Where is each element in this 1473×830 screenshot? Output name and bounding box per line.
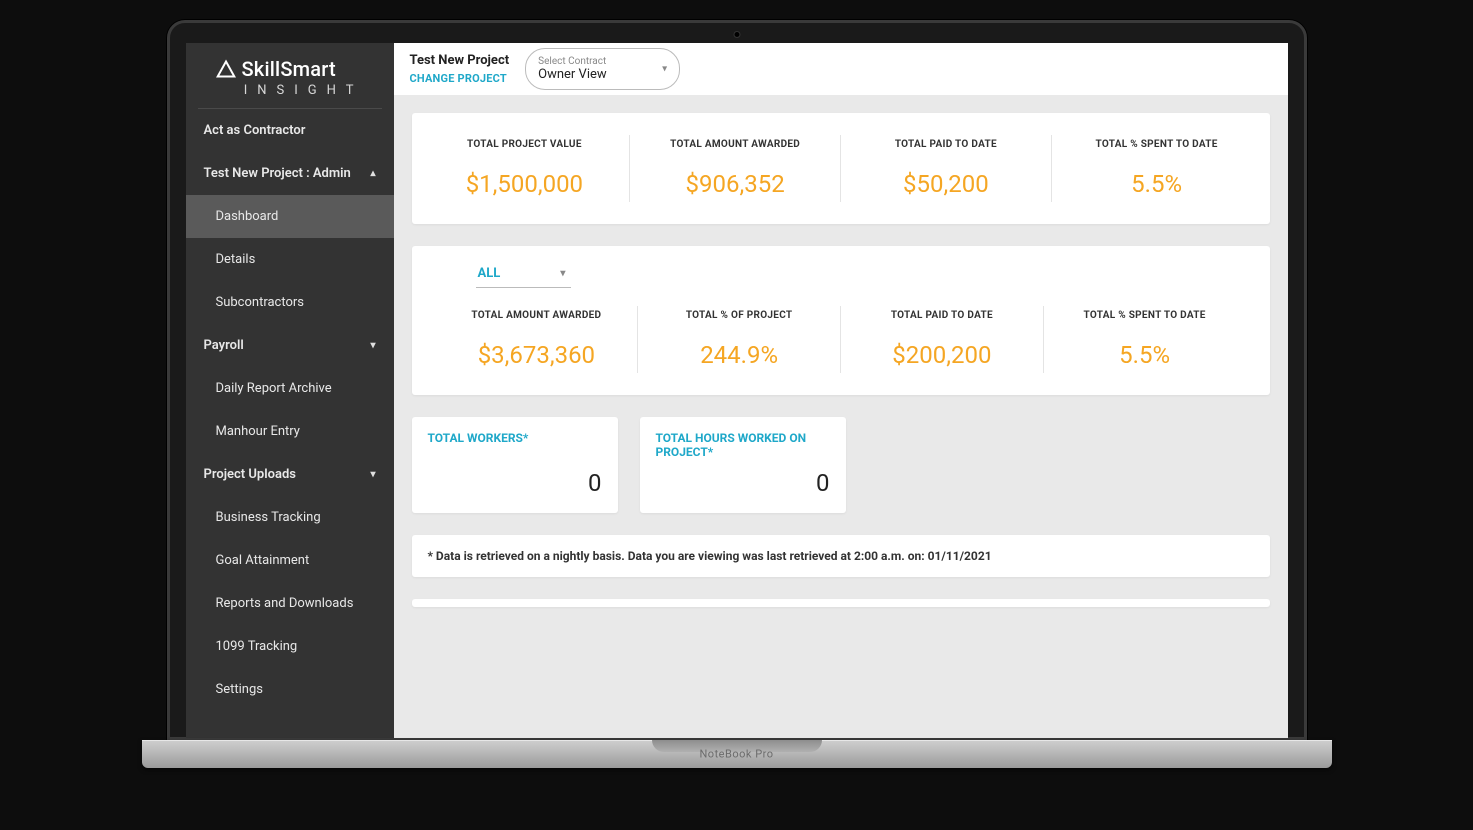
stat-value: 244.9% [646, 341, 832, 369]
logo-subtext: INSIGHT [216, 83, 364, 98]
stat-total-paid-to-date: TOTAL PAID TO DATE $50,200 [841, 135, 1052, 202]
stat-total-project-value: TOTAL PROJECT VALUE $1,500,000 [420, 135, 631, 202]
sidebar-project-admin[interactable]: Test New Project : Admin ▴ [186, 152, 394, 195]
sidebar-item-label: Settings [216, 682, 263, 697]
stat-label: TOTAL PAID TO DATE [849, 139, 1043, 150]
stat-total-percent-spent: TOTAL % SPENT TO DATE 5.5% [1052, 135, 1262, 202]
stat-value: 5.5% [1060, 170, 1254, 198]
caret-down-icon: ▾ [662, 64, 667, 75]
sidebar-act-as-contractor[interactable]: Act as Contractor [186, 109, 394, 152]
sidebar-item-label: Manhour Entry [216, 424, 300, 439]
sidebar: SkillSmart INSIGHT Act as Contractor Tes… [186, 43, 394, 738]
sidebar-item-label: Reports and Downloads [216, 596, 354, 611]
main-content: Test New Project CHANGE PROJECT Select C… [394, 43, 1288, 738]
sidebar-item-label: Payroll [204, 338, 244, 353]
sidebar-item-reports-downloads[interactable]: Reports and Downloads [186, 582, 394, 625]
sidebar-item-details[interactable]: Details [186, 238, 394, 281]
sidebar-item-label: Daily Report Archive [216, 381, 332, 396]
change-project-link[interactable]: CHANGE PROJECT [410, 72, 510, 85]
camera-dot [733, 31, 740, 38]
stat-total-amount-awarded: TOTAL AMOUNT AWARDED $906,352 [630, 135, 841, 202]
sidebar-item-label: Project Uploads [204, 467, 296, 482]
filter-select[interactable]: ALL ▾ [476, 262, 572, 288]
stat-value: $50,200 [849, 170, 1043, 198]
triangle-icon [216, 59, 236, 79]
stat-label: TOTAL PROJECT VALUE [428, 139, 622, 150]
data-retrieval-note: * Data is retrieved on a nightly basis. … [412, 535, 1270, 577]
laptop-base: NoteBook Pro [142, 740, 1332, 768]
sidebar-item-daily-report[interactable]: Daily Report Archive [186, 367, 394, 410]
stat-label: TOTAL AMOUNT AWARDED [444, 310, 630, 321]
stat-label: TOTAL AMOUNT AWARDED [638, 139, 832, 150]
laptop-mockup: SkillSmart INSIGHT Act as Contractor Tes… [167, 20, 1307, 768]
sidebar-item-dashboard[interactable]: Dashboard [186, 195, 394, 238]
logo-text: SkillSmart [242, 57, 336, 81]
stat-label: TOTAL % SPENT TO DATE [1060, 139, 1254, 150]
total-hours-card: TOTAL HOURS WORKED ON PROJECT* 0 [640, 417, 846, 513]
stat-value: $200,200 [849, 341, 1035, 369]
stat-total-paid-to-date-filtered: TOTAL PAID TO DATE $200,200 [841, 306, 1044, 373]
stat-value: $1,500,000 [428, 170, 622, 198]
contract-select[interactable]: Select Contract Owner View ▾ [525, 48, 680, 90]
mini-card-label: TOTAL WORKERS* [428, 431, 602, 463]
sidebar-item-settings[interactable]: Settings [186, 668, 394, 711]
top-bar: Test New Project CHANGE PROJECT Select C… [394, 43, 1288, 95]
sidebar-item-project-uploads[interactable]: Project Uploads ▾ [186, 453, 394, 496]
sidebar-item-label: Goal Attainment [216, 553, 310, 568]
stat-total-percent-spent-filtered: TOTAL % SPENT TO DATE 5.5% [1044, 306, 1246, 373]
project-selector: Test New Project CHANGE PROJECT Select C… [394, 48, 697, 90]
stat-value: $3,673,360 [444, 341, 630, 369]
sidebar-item-label: Act as Contractor [204, 123, 306, 138]
screen-bezel: SkillSmart INSIGHT Act as Contractor Tes… [167, 20, 1307, 740]
sidebar-item-payroll[interactable]: Payroll ▾ [186, 324, 394, 367]
contract-select-label: Select Contract [538, 56, 651, 67]
caret-up-icon: ▴ [370, 168, 375, 179]
stat-value: $906,352 [638, 170, 832, 198]
project-title: Test New Project [410, 53, 510, 68]
logo: SkillSmart INSIGHT [198, 43, 382, 109]
sidebar-item-goal-attainment[interactable]: Goal Attainment [186, 539, 394, 582]
filter-value: ALL [478, 266, 501, 281]
sidebar-item-business-tracking[interactable]: Business Tracking [186, 496, 394, 539]
sidebar-item-label: Subcontractors [216, 295, 305, 310]
sidebar-item-label: Dashboard [216, 209, 279, 224]
dashboard-content: TOTAL PROJECT VALUE $1,500,000 TOTAL AMO… [394, 95, 1288, 647]
sidebar-item-label: Test New Project : Admin [204, 166, 351, 181]
sidebar-item-label: 1099 Tracking [216, 639, 298, 654]
sidebar-item-manhour-entry[interactable]: Manhour Entry [186, 410, 394, 453]
stat-label: TOTAL % OF PROJECT [646, 310, 832, 321]
total-workers-card: TOTAL WORKERS* 0 [412, 417, 618, 513]
stat-row: TOTAL AMOUNT AWARDED $3,673,360 TOTAL % … [436, 306, 1246, 373]
stat-label: TOTAL % SPENT TO DATE [1052, 310, 1238, 321]
stat-total-amount-awarded-filtered: TOTAL AMOUNT AWARDED $3,673,360 [436, 306, 639, 373]
laptop-brand: NoteBook Pro [699, 748, 773, 761]
project-totals-card: TOTAL PROJECT VALUE $1,500,000 TOTAL AMO… [412, 113, 1270, 224]
filtered-totals-card: ALL ▾ TOTAL AMOUNT AWARDED $3,673,360 TO… [412, 246, 1270, 395]
worker-stats-row: TOTAL WORKERS* 0 TOTAL HOURS WORKED ON P… [412, 417, 1270, 513]
caret-down-icon: ▾ [560, 268, 565, 279]
stat-label: TOTAL PAID TO DATE [849, 310, 1035, 321]
stat-total-percent-of-project: TOTAL % OF PROJECT 244.9% [638, 306, 841, 373]
caret-down-icon: ▾ [370, 340, 375, 351]
sidebar-item-label: Business Tracking [216, 510, 321, 525]
app-screen: SkillSmart INSIGHT Act as Contractor Tes… [186, 43, 1288, 738]
mini-card-value: 0 [428, 469, 602, 497]
sidebar-item-1099-tracking[interactable]: 1099 Tracking [186, 625, 394, 668]
caret-down-icon: ▾ [370, 469, 375, 480]
sidebar-item-subcontractors[interactable]: Subcontractors [186, 281, 394, 324]
stat-row: TOTAL PROJECT VALUE $1,500,000 TOTAL AMO… [420, 135, 1262, 202]
sidebar-item-label: Details [216, 252, 256, 267]
stat-value: 5.5% [1052, 341, 1238, 369]
mini-card-value: 0 [656, 469, 830, 497]
contract-select-value: Owner View [538, 67, 651, 82]
next-card-peek [412, 599, 1270, 607]
mini-card-label: TOTAL HOURS WORKED ON PROJECT* [656, 431, 830, 463]
